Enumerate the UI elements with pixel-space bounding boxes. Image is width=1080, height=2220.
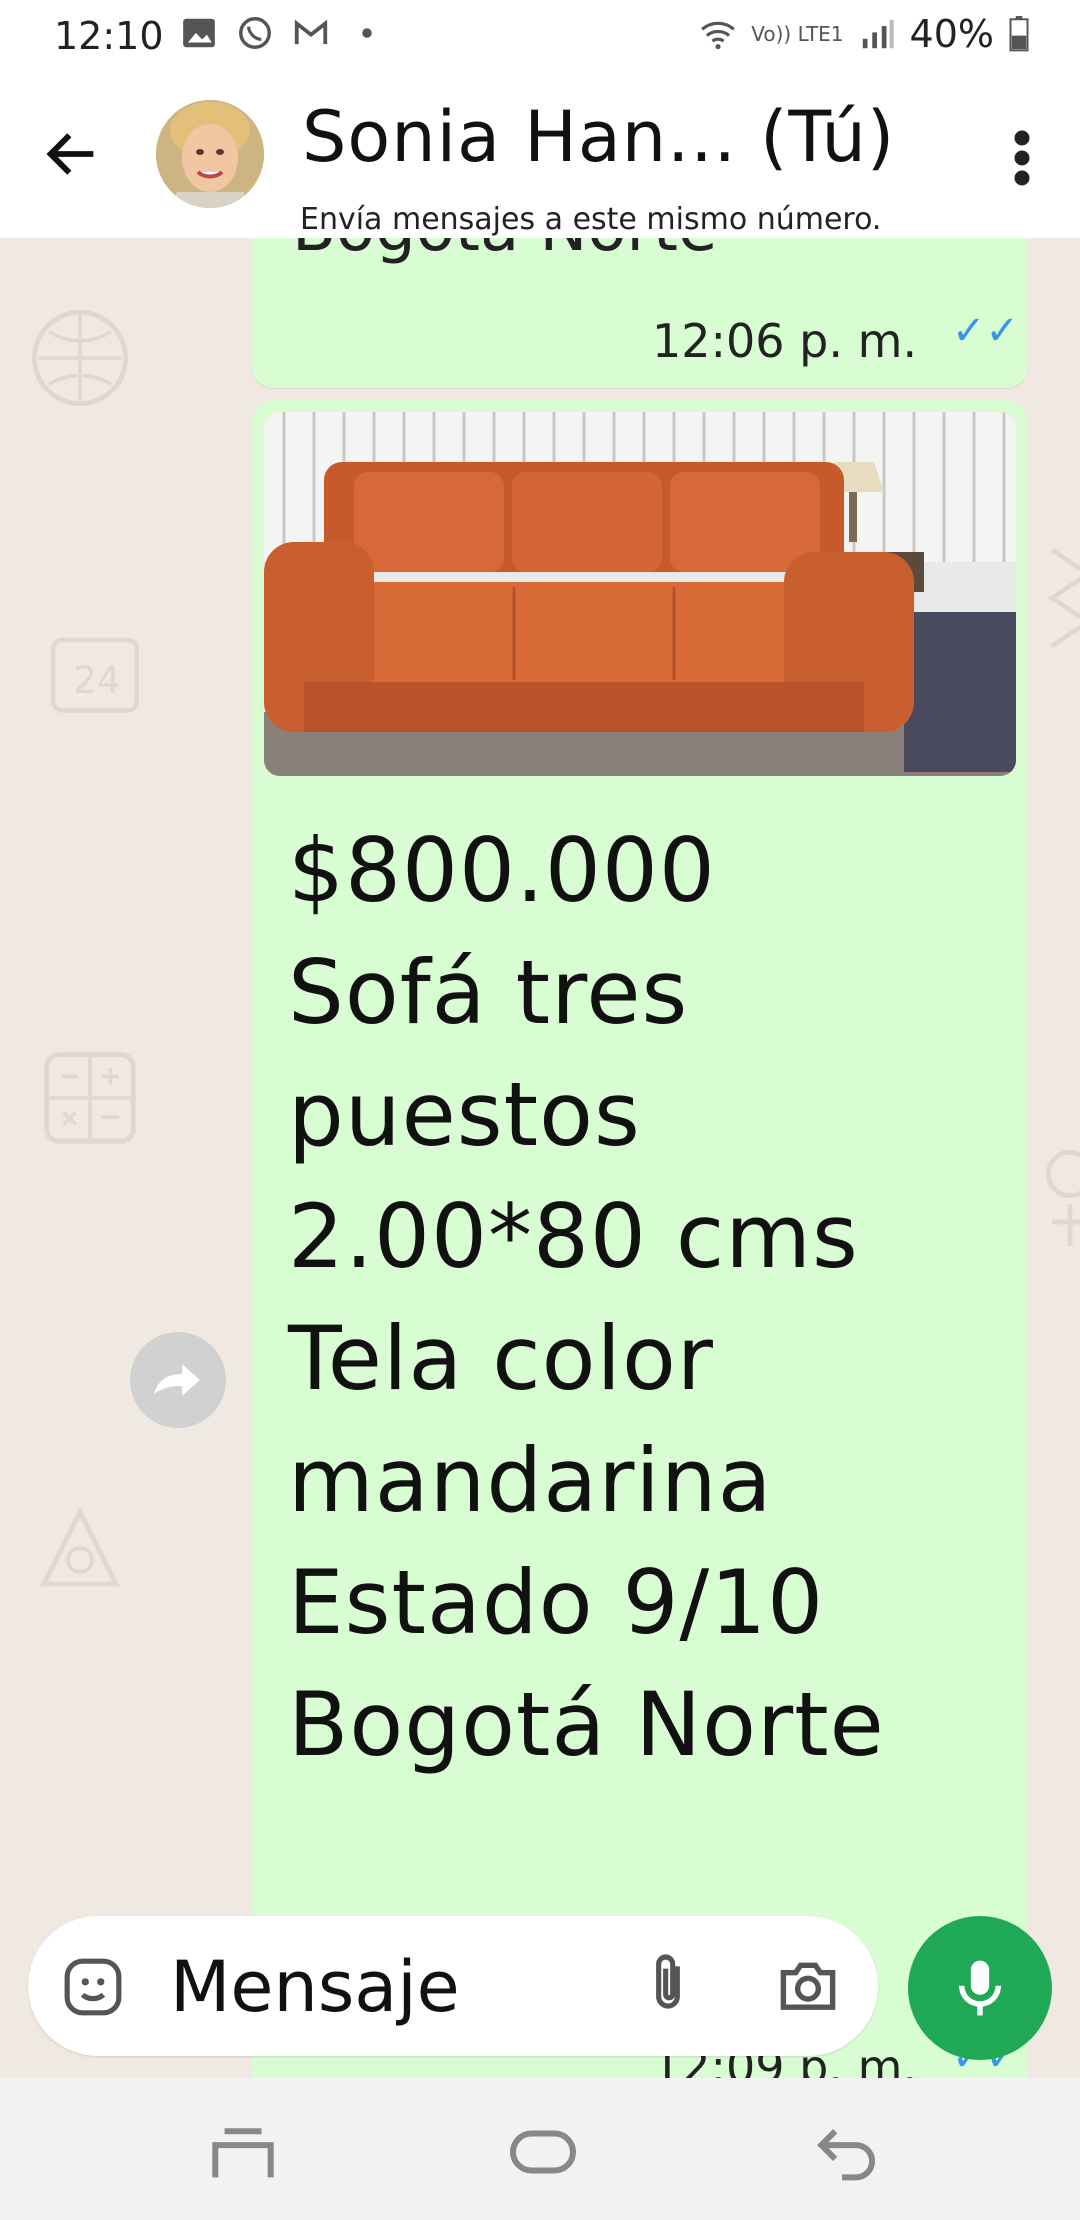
message-caption: $800.000 Sofá tres puestos 2.00*80 cms T… xyxy=(288,810,1008,1786)
whatsapp-notification-icon xyxy=(239,17,271,49)
svg-text:24: 24 xyxy=(73,658,121,702)
message-composer: Mensaje xyxy=(28,1916,878,2056)
message-bubble-previous[interactable]: Bogotá Norte 12:06 p. m. ✓✓ xyxy=(252,238,1028,388)
forward-icon xyxy=(154,1364,200,1396)
back-arrow-icon[interactable] xyxy=(40,122,104,186)
nav-back-icon[interactable] xyxy=(814,2122,884,2182)
caption-line: $800.000 xyxy=(288,819,716,922)
chat-header: Sonia Han... (Tú) Envía mensajes a este … xyxy=(0,76,1080,238)
status-time: 12:10 xyxy=(54,14,164,58)
contact-name[interactable]: Sonia Han... (Tú) xyxy=(302,96,895,178)
caption-line: mandarina xyxy=(288,1429,773,1532)
avatar-portrait-icon xyxy=(156,100,264,208)
message-time: 12:06 p. m. xyxy=(652,314,918,368)
message-bubble-image[interactable]: $800.000 Sofá tres puestos 2.00*80 cms T… xyxy=(252,400,1028,2078)
sofa-photo[interactable] xyxy=(264,412,1016,776)
gallery-notification-icon xyxy=(183,18,215,48)
wallpaper-doodle-icon: 24 xyxy=(51,637,139,713)
caption-line: puestos xyxy=(288,1063,641,1166)
battery-icon xyxy=(1009,16,1029,52)
camera-icon[interactable] xyxy=(776,1954,840,2016)
kebab-menu-icon[interactable] xyxy=(1012,128,1032,188)
volte-label: Vo)) LTE1 xyxy=(751,22,844,46)
sticker-icon[interactable] xyxy=(62,1956,124,2018)
caption-line: 2.00*80 cms xyxy=(288,1185,859,1288)
system-nav-bar xyxy=(0,2078,1080,2220)
status-right: Vo)) LTE1 40% xyxy=(699,12,1030,56)
home-icon[interactable] xyxy=(508,2122,578,2182)
signal-icon xyxy=(862,19,894,49)
chat-area[interactable]: 24 Bogotá Norte 12:06 p. m. ✓✓ xyxy=(0,238,1080,2078)
caption-line: Estado 9/10 xyxy=(288,1551,825,1654)
wallpaper-doodle-icon xyxy=(32,310,128,406)
forward-button[interactable] xyxy=(130,1332,226,1428)
notification-icons xyxy=(180,14,386,52)
contact-avatar[interactable] xyxy=(156,100,264,208)
microphone-icon xyxy=(958,1960,1002,2016)
gmail-notification-icon xyxy=(294,19,328,45)
paperclip-icon[interactable] xyxy=(640,1952,696,2018)
wallpaper-doodle-icon xyxy=(44,1052,136,1144)
battery-percentage: 40% xyxy=(909,12,994,56)
wallpaper-doodle-icon xyxy=(1047,548,1080,648)
read-double-check-icon: ✓✓ xyxy=(952,308,1020,354)
microphone-button[interactable] xyxy=(908,1916,1052,2060)
caption-line: Sofá tres xyxy=(288,941,689,1044)
more-notifications-dot-icon xyxy=(362,28,372,38)
sofa-image xyxy=(264,412,1016,776)
caption-line: Tela color xyxy=(288,1307,714,1410)
wifi-icon xyxy=(701,21,736,50)
contact-subtitle: Envía mensajes a este mismo número. xyxy=(300,202,882,237)
status-bar: 12:10 Vo)) LTE1 40% xyxy=(0,0,1080,76)
message-input[interactable]: Mensaje xyxy=(170,1946,460,2028)
caption-line: Bogotá Norte xyxy=(288,1673,885,1776)
wallpaper-doodle-icon xyxy=(40,1506,120,1587)
wallpaper-doodle-icon xyxy=(1046,1150,1080,1246)
previous-message-text: Bogotá Norte xyxy=(292,238,717,266)
recent-apps-icon[interactable] xyxy=(208,2122,278,2182)
